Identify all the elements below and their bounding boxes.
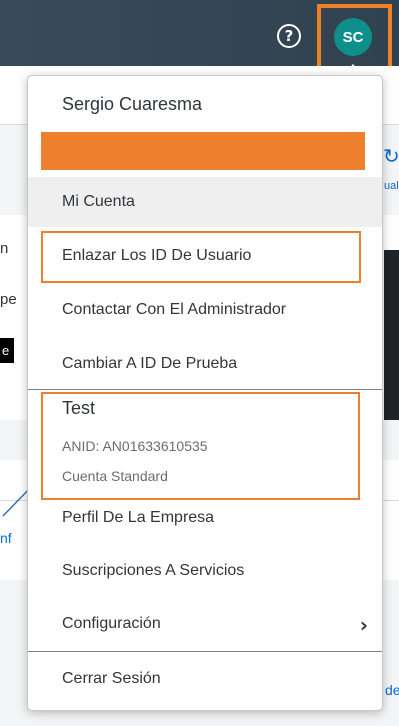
menu-item-contactar-admin[interactable]: Contactar Con El Administrador xyxy=(28,285,382,335)
background-link-fragment[interactable]: de xyxy=(385,682,399,698)
menu-item-cerrar-sesion[interactable]: Cerrar Sesión xyxy=(28,654,382,704)
highlight-box-account xyxy=(41,392,360,500)
background-dark-panel xyxy=(384,250,399,420)
menu-item-label: Perfil De La Empresa xyxy=(62,509,215,526)
menu-caret xyxy=(345,64,361,73)
user-menu-dropdown: Sergio Cuaresma Mi Cuenta Enlazar Los ID… xyxy=(27,75,383,711)
menu-divider xyxy=(28,651,382,652)
menu-item-label: Configuración xyxy=(62,615,161,632)
menu-divider xyxy=(28,389,382,390)
menu-item-label: Cerrar Sesión xyxy=(62,670,161,687)
chevron-right-icon: › xyxy=(359,613,368,637)
menu-item-suscripciones[interactable]: Suscripciones A Servicios xyxy=(28,546,382,596)
background-text-fragment: n xyxy=(0,240,9,257)
menu-item-configuracion[interactable]: Configuración › xyxy=(28,599,382,649)
menu-item-cambiar-id-prueba[interactable]: Cambiar A ID De Prueba xyxy=(28,339,382,389)
user-name: Sergio Cuaresma xyxy=(62,94,203,114)
background-dark-chip: e xyxy=(0,338,14,363)
menu-item-mi-cuenta[interactable]: Mi Cuenta xyxy=(28,177,382,227)
background-link-fragment[interactable]: nf xyxy=(0,530,12,546)
highlight-box-enlazar xyxy=(41,231,361,283)
refresh-icon[interactable]: ↻ xyxy=(383,144,399,168)
background-text-fragment: pe xyxy=(0,291,17,308)
menu-item-perfil-empresa[interactable]: Perfil De La Empresa xyxy=(28,493,382,543)
menu-item-label: Contactar Con El Administrador xyxy=(62,301,287,318)
menu-item-label: Suscripciones A Servicios xyxy=(62,562,245,579)
redaction-bar xyxy=(41,132,365,170)
menu-item-label: Mi Cuenta xyxy=(62,193,135,210)
menu-item-label: Cambiar A ID De Prueba xyxy=(62,355,238,372)
background-refresh-label: ual xyxy=(384,180,399,192)
help-icon[interactable]: ? xyxy=(277,24,301,48)
user-avatar-button[interactable]: SC xyxy=(334,18,372,56)
